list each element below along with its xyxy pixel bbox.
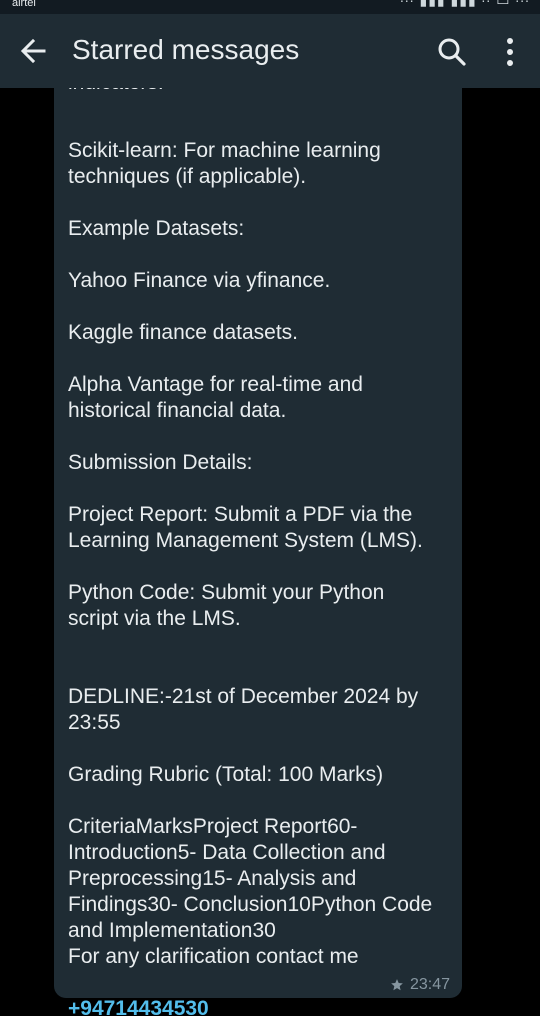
message-paragraph: Kaggle finance datasets. — [68, 321, 298, 344]
search-icon — [438, 38, 466, 66]
star-icon — [391, 979, 403, 991]
more-options-button[interactable] — [500, 36, 520, 68]
message-paragraph: Grading Rubric (Total: 100 Marks) — [68, 763, 384, 786]
message-list[interactable]: indicators. Scikit-learn: For machine le… — [0, 88, 540, 1016]
more-vertical-icon — [507, 38, 513, 66]
message-paragraph: Scikit-learn: For machine learning techn… — [68, 139, 381, 188]
message-paragraph: Python Code: Submit your Python script v… — [68, 581, 385, 630]
message-cut-line: indicators. — [68, 88, 164, 96]
message-paragraph: Alpha Vantage for real-time and historic… — [68, 373, 363, 422]
message-time: 23:47 — [409, 976, 450, 993]
message-paragraph: Example Datasets: — [68, 217, 245, 240]
carrier-name: airtel — [12, 0, 36, 9]
message-paragraph: DEDLINE:-21st of December 2024 by 23:55 — [68, 685, 419, 734]
message-paragraph: CriteriaMarksProject Report60- Introduct… — [68, 815, 433, 968]
message-meta: 23:47 — [390, 976, 450, 994]
arrow-left-icon — [20, 38, 46, 64]
message-bubble[interactable]: indicators. Scikit-learn: For machine le… — [54, 88, 462, 1016]
message-paragraph: Submission Details: — [68, 451, 253, 474]
app-bar: Starred messages — [0, 14, 540, 88]
search-button[interactable] — [436, 36, 468, 68]
status-bar: airtel ∙∙∙ ▮▮▮ ▮▮▮ ∙∙ ▭ ∙∙∙ — [0, 0, 540, 14]
page-title: Starred messages — [72, 34, 300, 65]
status-icons: ∙∙∙ ▮▮▮ ▮▮▮ ∙∙ ▭ ∙∙∙ — [399, 0, 530, 8]
message-paragraph: Project Report: Submit a PDF via the Lea… — [68, 503, 423, 552]
back-button[interactable] — [18, 33, 50, 69]
phone-number-link[interactable]: +94714434530 — [68, 997, 209, 1016]
message-paragraph: Yahoo Finance via yfinance. — [68, 269, 331, 292]
